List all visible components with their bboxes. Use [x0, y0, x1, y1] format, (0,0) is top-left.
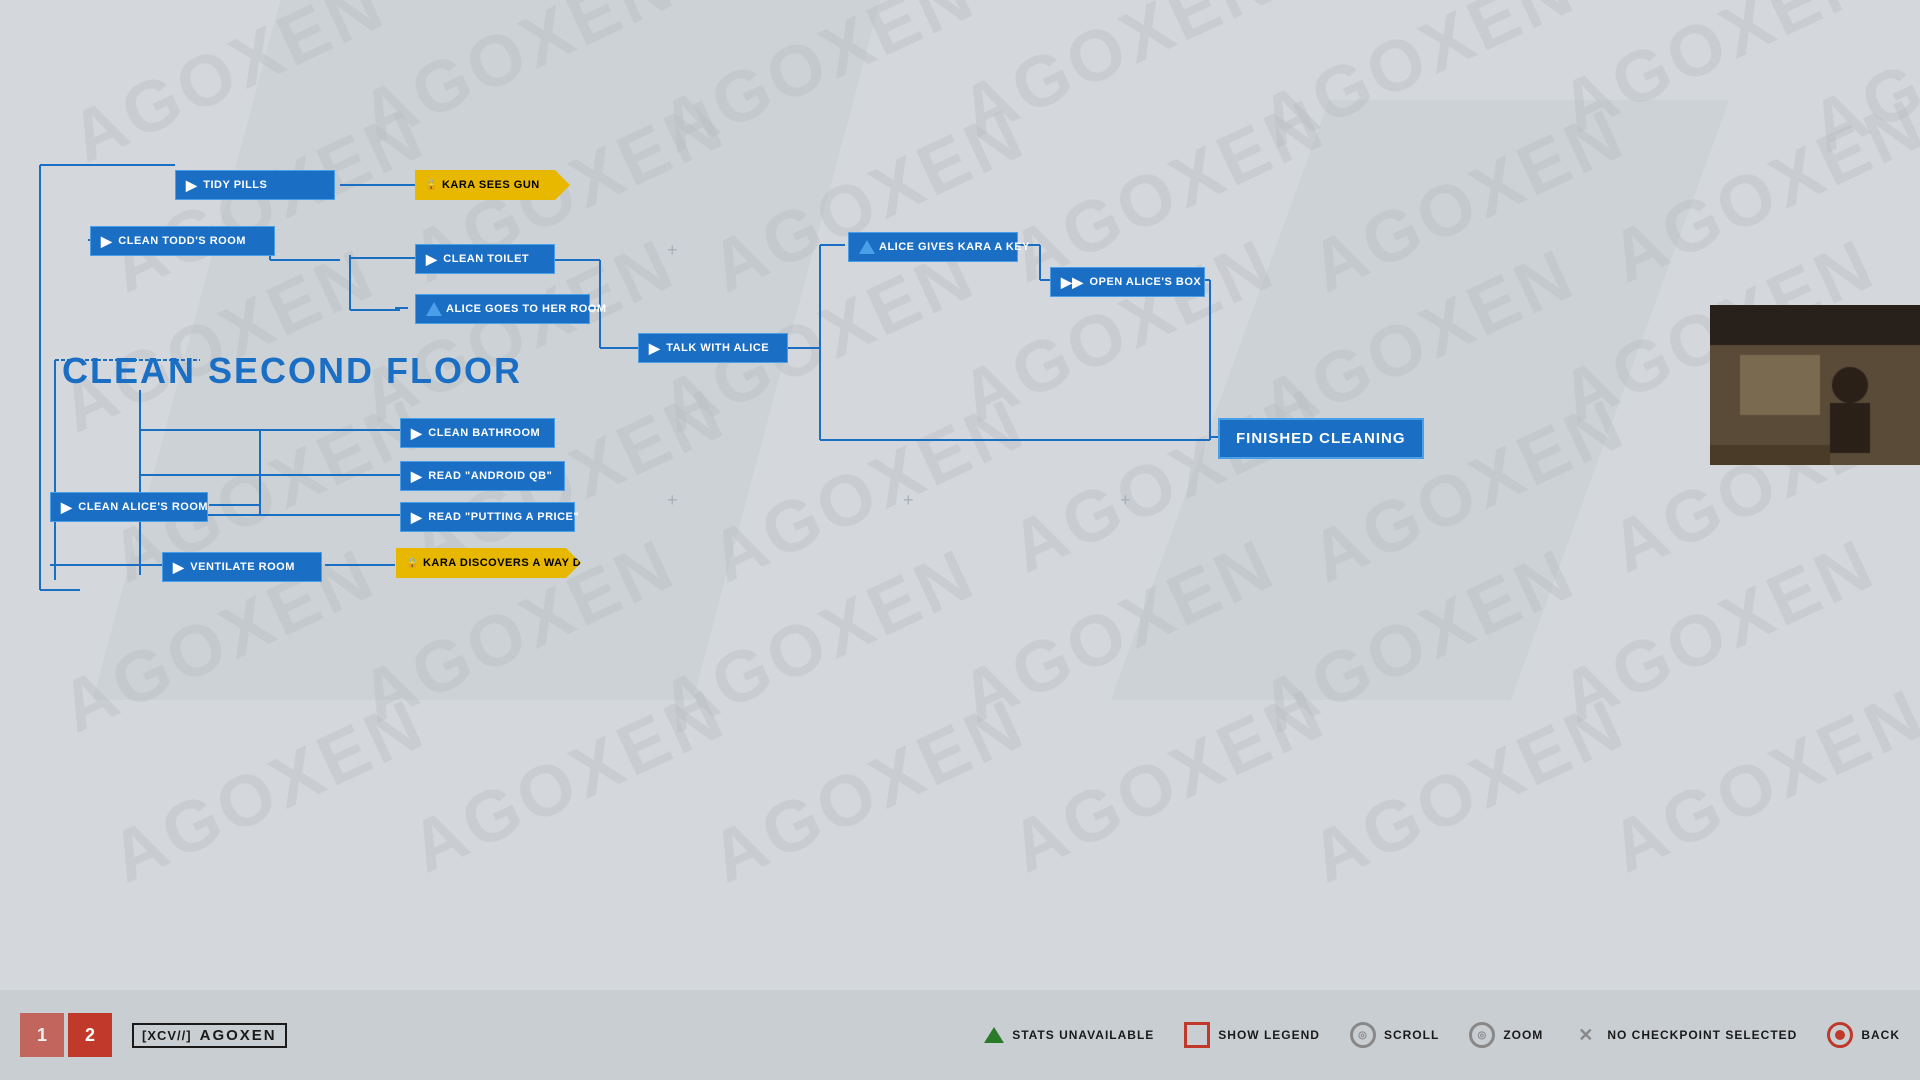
arrow-icon-5: ▶	[411, 468, 422, 485]
square-ctrl-icon	[1184, 1022, 1210, 1048]
node-tidy-pills[interactable]: ▶ TIDY PILLS	[175, 170, 335, 200]
node-open-alices-box[interactable]: ▶▶ OPEN ALICE'S BOX	[1050, 267, 1205, 297]
arrow-icon-4: ▶	[411, 425, 422, 442]
brand-name: AGOXEN	[200, 1027, 277, 1044]
control-scroll: ◎ SCROLL	[1350, 1022, 1439, 1048]
bottom-bar: 1 2 [XCV//] AGOXEN STATS UNAVAILABLE SHO…	[0, 990, 1920, 1080]
video-thumbnail	[1710, 305, 1920, 465]
dot-red	[1835, 1030, 1845, 1040]
page-1-button[interactable]: 1	[20, 1013, 64, 1057]
lock-icon-2: 🔒	[406, 558, 419, 569]
section-label-clean-second-floor: CLEAN SECOND FLOOR	[62, 350, 522, 392]
node-kara-sees-gun[interactable]: 🔒 KARA SEES GUN	[415, 170, 570, 200]
triangle-ctrl-icon	[984, 1027, 1004, 1043]
arrow-icon-3: ▶	[426, 251, 437, 268]
node-alice-goes-to-her-room[interactable]: ALICE GOES TO HER ROOM	[415, 294, 590, 324]
circle-back-icon	[1827, 1022, 1853, 1048]
video-canvas	[1710, 305, 1920, 465]
brand-logo: [XCV//]	[142, 1028, 192, 1043]
circle-zoom-icon: ◎	[1469, 1022, 1495, 1048]
control-checkpoint: ✕ NO CHECKPOINT SELECTED	[1573, 1022, 1797, 1048]
controls-area: STATS UNAVAILABLE SHOW LEGEND ◎ SCROLL ◎…	[984, 1022, 1900, 1048]
arrow-icon-9: ▶	[649, 340, 660, 357]
x-ctrl-icon: ✕	[1573, 1022, 1599, 1048]
lock-icon: 🔒	[425, 180, 438, 191]
node-clean-alices-room[interactable]: ▶ CLEAN ALICE'S ROOM	[50, 492, 208, 522]
arrow-icon-2: ▶	[101, 233, 112, 250]
node-finished-cleaning[interactable]: FINISHED CLEANING	[1218, 418, 1424, 459]
connector-lines	[0, 0, 1920, 1080]
flowchart-container: ▶ TIDY PILLS 🔒 KARA SEES GUN ▶ CLEAN TOD…	[0, 0, 1920, 1080]
node-read-putting-a-price[interactable]: ▶ READ "PUTTING A PRICE"	[400, 502, 575, 532]
node-read-android-qb[interactable]: ▶ READ "ANDROID QB"	[400, 461, 565, 491]
control-legend: SHOW LEGEND	[1184, 1022, 1320, 1048]
node-ventilate-room[interactable]: ▶ VENTILATE ROOM	[162, 552, 322, 582]
page-indicators: 1 2	[20, 1013, 112, 1057]
triangle-icon-2	[859, 240, 875, 254]
arrow-icon-6: ▶	[411, 509, 422, 526]
page-2-button[interactable]: 2	[68, 1013, 112, 1057]
arrow-icon-7: ▶	[61, 499, 72, 516]
arrow-icon: ▶	[186, 177, 197, 194]
control-back: BACK	[1827, 1022, 1900, 1048]
circle-scroll-icon: ◎	[1350, 1022, 1376, 1048]
node-clean-toilet[interactable]: ▶ CLEAN TOILET	[415, 244, 555, 274]
control-zoom: ◎ ZOOM	[1469, 1022, 1543, 1048]
node-clean-todds-room[interactable]: ▶ CLEAN TODD'S ROOM	[90, 226, 275, 256]
control-stats: STATS UNAVAILABLE	[984, 1027, 1154, 1043]
node-kara-discovers-way-down[interactable]: 🔒 KARA DISCOVERS A WAY DOWN	[396, 548, 581, 578]
brand-badge: [XCV//] AGOXEN	[132, 1023, 287, 1048]
triangle-icon	[426, 302, 442, 316]
node-clean-bathroom[interactable]: ▶ CLEAN BATHROOM	[400, 418, 555, 448]
node-alice-gives-kara-key[interactable]: ALICE GIVES KARA A KEY	[848, 232, 1018, 262]
arrow-icon-10: ▶▶	[1061, 274, 1084, 291]
arrow-icon-8: ▶	[173, 559, 184, 576]
node-talk-with-alice[interactable]: ▶ TALK WITH ALICE	[638, 333, 788, 363]
